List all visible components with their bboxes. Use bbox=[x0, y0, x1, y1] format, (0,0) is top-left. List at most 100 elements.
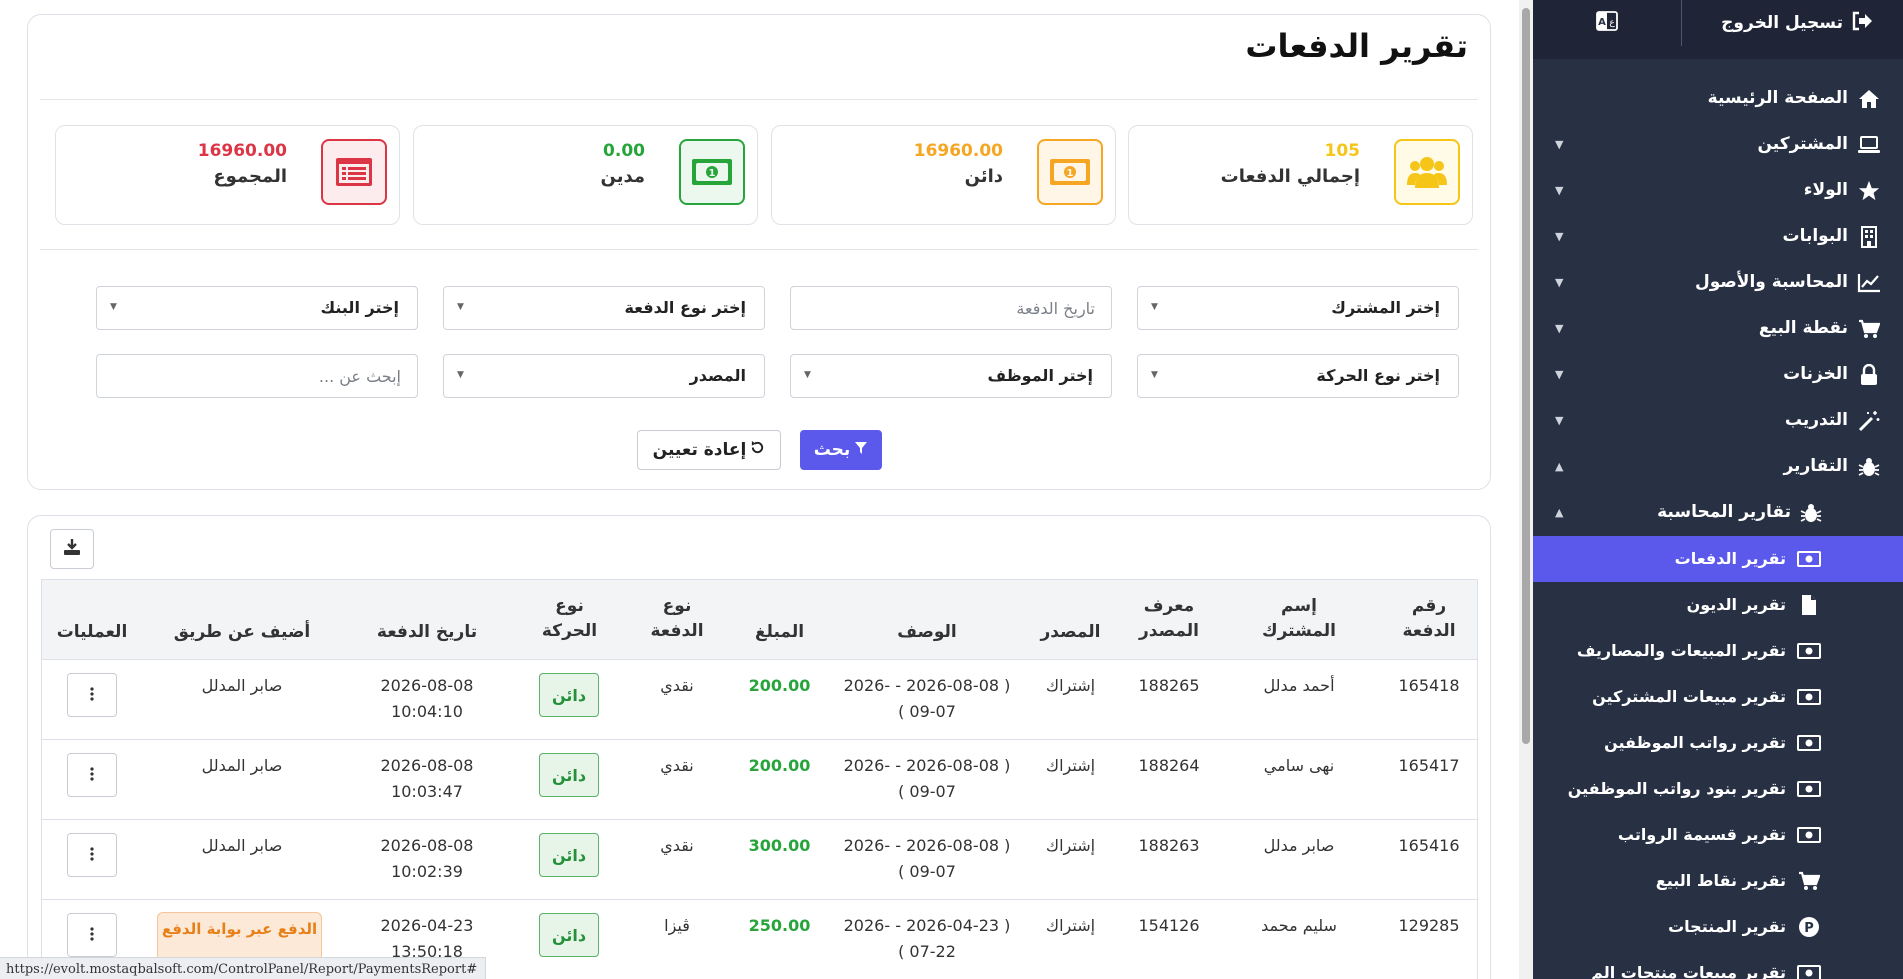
list-alt-icon bbox=[321, 139, 387, 205]
select-value: إختر نوع الدفعة bbox=[624, 298, 746, 317]
stat-card-total: 16960.00 المجموع bbox=[55, 125, 400, 225]
sidebar-item-pos-report[interactable]: تقرير نقاط البيع bbox=[1533, 858, 1903, 904]
language-icon[interactable]: Aع bbox=[1595, 9, 1619, 33]
sidebar-item-home[interactable]: الصفحة الرئيسية bbox=[1533, 76, 1903, 122]
sidebar-item-salary-items-report[interactable]: تقرير بنود رواتب الموظفين bbox=[1533, 766, 1903, 812]
movement-type-badge: دائن bbox=[539, 913, 599, 957]
movement-type-badge: دائن bbox=[539, 673, 599, 717]
cell-added-by: صابر المدلل bbox=[201, 756, 283, 775]
svg-text:A: A bbox=[1598, 17, 1606, 28]
sidebar-item-product-sales-report[interactable]: تقرير مبيعات منتجات الم bbox=[1533, 950, 1903, 979]
sidebar-item-reports[interactable]: التقارير ▲ bbox=[1533, 444, 1903, 490]
sidebar-item-accounting-reports[interactable]: تقارير المحاسبة ▲ bbox=[1533, 490, 1903, 536]
th-payment-type: نوع الدفعة bbox=[650, 596, 704, 641]
reset-button[interactable]: إعادة تعيين bbox=[637, 430, 781, 470]
table-header: رقم الدفعة إسم المشترك معرف المصدر المصدر ا… bbox=[42, 580, 1477, 660]
sidebar-item-loyalty[interactable]: الولاء ▼ bbox=[1533, 168, 1903, 214]
download-button[interactable] bbox=[50, 529, 94, 569]
sidebar-item-pos[interactable]: نقطة البيع ▼ bbox=[1533, 306, 1903, 352]
cell-subscriber-name: سليم محمد bbox=[1261, 916, 1337, 935]
sidebar: تسجيل الخروج Aع الصفحة الرئيسية المشتركي… bbox=[1533, 0, 1903, 979]
cell-amount: 250.00 bbox=[748, 916, 811, 935]
sidebar-item-products-report[interactable]: P تقرير المنتجات bbox=[1533, 904, 1903, 950]
svg-text:1: 1 bbox=[709, 168, 716, 179]
product-p-icon: P bbox=[1797, 915, 1821, 939]
th-payment-no: رقم الدفعة bbox=[1402, 596, 1456, 641]
select-value: إختر الموظف bbox=[987, 366, 1093, 385]
th-source-id: معرف المصدر bbox=[1139, 596, 1199, 641]
money-bill-icon bbox=[1797, 639, 1821, 663]
cell-payment-type: نقدي bbox=[660, 676, 694, 695]
ellipsis-vertical-icon bbox=[90, 686, 94, 705]
divider bbox=[40, 99, 1478, 100]
sidebar-item-salaries-report[interactable]: تقرير رواتب الموظفين bbox=[1533, 720, 1903, 766]
stat-label: مدين bbox=[600, 166, 646, 187]
caret-down-icon: ▼ bbox=[804, 370, 811, 380]
caret-down-icon: ▼ bbox=[110, 302, 117, 312]
employee-select[interactable]: إختر الموظف ▼ bbox=[790, 354, 1112, 398]
movement-type-select[interactable]: إختر نوع الحركة ▼ bbox=[1137, 354, 1459, 398]
star-icon bbox=[1857, 179, 1881, 203]
filter-icon bbox=[854, 440, 868, 460]
caret-down-icon: ▼ bbox=[1151, 302, 1158, 312]
magic-wand-icon bbox=[1857, 409, 1881, 433]
caret-down-icon: ▼ bbox=[1555, 414, 1564, 427]
page-scrollbar[interactable] bbox=[1519, 0, 1533, 979]
row-actions-button[interactable] bbox=[67, 913, 117, 957]
sidebar-item-subscribers[interactable]: المشتركين ▼ bbox=[1533, 122, 1903, 168]
sidebar-item-sales-expenses-report[interactable]: تقرير المبيعات والمصاريف bbox=[1533, 628, 1903, 674]
stat-card-debit: 1 0.00 مدين bbox=[413, 125, 758, 225]
search-button[interactable]: بحث bbox=[800, 430, 882, 470]
cell-added-by: صابر المدلل bbox=[201, 836, 283, 855]
sidebar-item-training[interactable]: التدريب ▼ bbox=[1533, 398, 1903, 444]
subscriber-select[interactable]: إختر المشترك ▼ bbox=[1137, 286, 1459, 330]
cell-payment-no: 165418 bbox=[1398, 676, 1460, 695]
stat-card-credit: 1 16960.00 دائن bbox=[771, 125, 1116, 225]
cell-source-id: 188263 bbox=[1138, 836, 1200, 855]
sidebar-top-bar: تسجيل الخروج Aع bbox=[1533, 0, 1903, 59]
stat-label: إجمالي الدفعات bbox=[1220, 166, 1360, 187]
th-payment-date: تاريخ الدفعة bbox=[376, 622, 478, 642]
search-input[interactable] bbox=[96, 354, 418, 398]
money-bill-icon bbox=[1797, 777, 1821, 801]
th-added-by: أضيف عن طريق bbox=[173, 622, 311, 642]
logout-button[interactable]: تسجيل الخروج bbox=[1721, 10, 1873, 36]
cell-source: إشتراك bbox=[1045, 916, 1096, 935]
sidebar-item-debts-report[interactable]: تقرير الديون bbox=[1533, 582, 1903, 628]
sidebar-item-payments-report[interactable]: تقرير الدفعات bbox=[1533, 536, 1903, 582]
caret-down-icon: ▼ bbox=[1555, 276, 1564, 289]
source-select[interactable]: المصدر ▼ bbox=[443, 354, 765, 398]
payment-type-select[interactable]: إختر نوع الدفعة ▼ bbox=[443, 286, 765, 330]
payment-date-input[interactable] bbox=[790, 286, 1112, 330]
caret-down-icon: ▼ bbox=[1555, 138, 1564, 151]
row-actions-button[interactable] bbox=[67, 673, 117, 717]
cell-added-by: صابر المدلل bbox=[201, 676, 283, 695]
scrollbar-thumb[interactable] bbox=[1522, 8, 1530, 744]
sidebar-item-safes[interactable]: الخزنات ▼ bbox=[1533, 352, 1903, 398]
cart-icon bbox=[1797, 869, 1821, 893]
money-bill-icon bbox=[1797, 547, 1821, 571]
th-subscriber-name: إسم المشترك bbox=[1261, 596, 1336, 641]
home-icon bbox=[1857, 87, 1881, 111]
sidebar-item-subscriber-sales-report[interactable]: تقرير مبيعات المشتركين bbox=[1533, 674, 1903, 720]
caret-down-icon: ▼ bbox=[457, 370, 464, 380]
row-actions-button[interactable] bbox=[67, 833, 117, 877]
caret-down-icon: ▼ bbox=[1555, 322, 1564, 335]
money-bill-icon bbox=[1797, 731, 1821, 755]
th-operations: العمليات bbox=[56, 622, 128, 642]
sidebar-item-payslip-report[interactable]: تقرير قسيمة الرواتب bbox=[1533, 812, 1903, 858]
stat-value: 0.00 bbox=[603, 141, 645, 161]
caret-down-icon: ▼ bbox=[1555, 184, 1564, 197]
svg-text:P: P bbox=[1804, 921, 1814, 936]
cell-description: ( 2026-08-08 - -2026 09-07 ) bbox=[843, 676, 1011, 721]
row-actions-button[interactable] bbox=[67, 753, 117, 797]
status-bar-url: https://evolt.mostaqbalsoft.com/ControlP… bbox=[0, 957, 486, 979]
money-bill-icon: 1 bbox=[679, 139, 745, 205]
table-panel: رقم الدفعة إسم المشترك معرف المصدر المصدر ا… bbox=[27, 515, 1491, 979]
bank-select[interactable]: إختر البنك ▼ bbox=[96, 286, 418, 330]
cell-payment-type: نقدي bbox=[660, 836, 694, 855]
sidebar-item-accounting[interactable]: المحاسبة والأصول ▼ bbox=[1533, 260, 1903, 306]
cell-source: إشتراك bbox=[1045, 756, 1096, 775]
sidebar-item-gateways[interactable]: البوابات ▼ bbox=[1533, 214, 1903, 260]
users-icon bbox=[1394, 139, 1460, 205]
